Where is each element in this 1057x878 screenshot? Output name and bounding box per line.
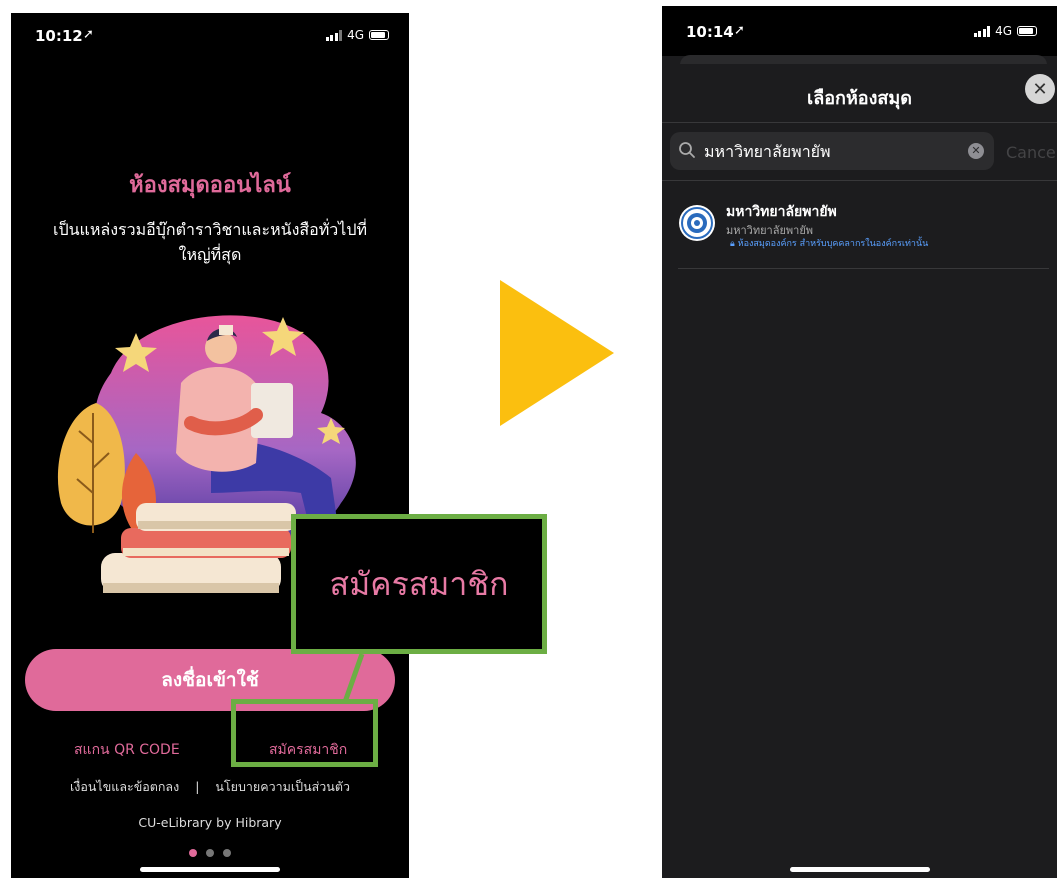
library-name: มหาวิทยาลัยพายัพ xyxy=(726,204,837,220)
library-note-text: ห้องสมุดองค์กร สำหรับบุคคลากรในองค์กรเท่… xyxy=(737,239,929,249)
next-step-arrow-icon xyxy=(500,280,614,426)
register-zoom-callout: สมัครสมาชิก xyxy=(291,514,547,654)
university-seal-icon xyxy=(679,205,715,241)
search-bar[interactable]: ✕ xyxy=(670,132,994,170)
signal-bars-icon xyxy=(973,25,991,37)
location-arrow-icon: ➚ xyxy=(734,23,745,38)
search-input[interactable] xyxy=(702,136,966,168)
register-highlight-box xyxy=(231,699,378,767)
search-icon xyxy=(679,142,695,158)
search-divider xyxy=(662,180,1057,181)
lock-icon: 🔒︎ xyxy=(730,239,738,249)
home-indicator[interactable] xyxy=(789,867,930,872)
library-result-item[interactable]: มหาวิทยาลัยพายัพ มหาวิทยาลัยพายัพ 🔒︎ ห้อ… xyxy=(678,198,1057,262)
library-access-note: 🔒︎ ห้องสมุดองค์กร สำหรับบุคคลากรในองค์กร… xyxy=(730,236,928,250)
library-select-screen: 10:14 ➚ 4G เลือกห้องสมุด ✕ ✕ Cance มหาวิ… xyxy=(662,6,1057,878)
network-type: 4G xyxy=(995,24,1012,38)
status-time: 10:14 xyxy=(686,23,734,41)
cancel-button[interactable]: Cance xyxy=(1006,143,1056,162)
clear-search-icon[interactable]: ✕ xyxy=(968,143,984,159)
battery-icon xyxy=(1017,26,1037,36)
title-divider xyxy=(662,122,1057,123)
signal-indicator: 4G xyxy=(973,24,1037,38)
status-bar: 10:14 ➚ 4G xyxy=(662,6,1057,56)
sheet-title: เลือกห้องสมุด xyxy=(807,88,912,109)
library-sheet xyxy=(662,64,1057,878)
result-divider xyxy=(678,268,1049,269)
close-icon[interactable]: ✕ xyxy=(1025,74,1055,104)
